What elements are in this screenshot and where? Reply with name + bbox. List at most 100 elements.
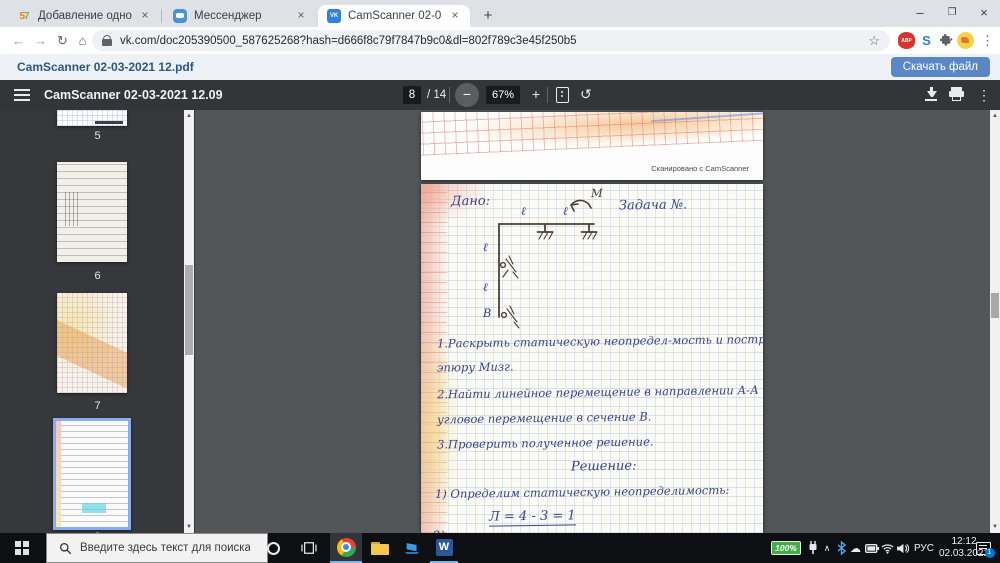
https-lock-icon xyxy=(102,35,112,46)
document-scrollbar-thumb[interactable] xyxy=(991,293,999,318)
url-text[interactable]: vk.com/doc205390500_587625268?hash=d666f… xyxy=(120,35,862,47)
window-maximize-button[interactable]: ❐ xyxy=(936,0,968,26)
download-file-button[interactable]: Скачать файл xyxy=(891,57,990,77)
print-icon[interactable] xyxy=(949,87,964,101)
toolbar-divider xyxy=(449,87,450,103)
tab-title: CamScanner 02-03-2021 12.pdf xyxy=(348,10,442,22)
reload-button-icon[interactable]: ↻ xyxy=(52,30,73,51)
vk-file-header: CamScanner 02-03-2021 12.pdf Скачать фай… xyxy=(0,54,1000,80)
thumbnail-page-5[interactable] xyxy=(57,110,127,126)
point-b-label: B xyxy=(483,306,492,320)
tab-messenger[interactable]: Мессенджер × xyxy=(164,5,316,27)
page-count-label: / 14 xyxy=(427,89,446,101)
usb-device-icon[interactable] xyxy=(806,533,820,563)
tab-close-icon[interactable]: × xyxy=(294,9,308,23)
adblock-extension-icon[interactable]: ABP xyxy=(898,32,915,49)
tab-studfile[interactable]: 57 Добавление одного файла » Ст × xyxy=(8,5,160,27)
action-center-button[interactable]: 1 xyxy=(968,533,998,563)
tab-title: Мессенджер xyxy=(194,10,288,22)
onedrive-cloud-icon[interactable]: ☁ xyxy=(848,533,863,563)
browser-navbar: ← → ↻ ⌂ vk.com/doc205390500_587625268?ha… xyxy=(0,27,1000,54)
language-indicator[interactable]: РУС xyxy=(910,533,938,563)
moment-label: M xyxy=(591,186,603,200)
zoom-out-button[interactable]: − xyxy=(455,83,479,107)
tray-expand-chevron-icon[interactable]: ∧ xyxy=(820,533,834,563)
bluetooth-icon[interactable] xyxy=(834,533,848,563)
thumbnail-page-6[interactable] xyxy=(57,162,127,262)
handwriting-task-title: Задача №. xyxy=(619,198,687,214)
taskbar-chrome-button-active[interactable] xyxy=(330,533,362,563)
length-label: ℓ xyxy=(483,280,488,294)
download-pdf-icon[interactable] xyxy=(924,87,938,101)
battery-icon[interactable] xyxy=(864,533,880,563)
thumbnail-page-7[interactable] xyxy=(57,293,127,393)
handwriting-dano: Дано: xyxy=(451,194,490,210)
zoom-level-value: 67% xyxy=(486,86,520,104)
savefrom-extension-icon[interactable]: S xyxy=(918,32,935,49)
home-button-icon[interactable]: ⌂ xyxy=(72,30,93,51)
browser-menu-icon[interactable]: ⋮ xyxy=(979,32,996,49)
zoom-in-button[interactable]: + xyxy=(527,86,545,104)
bookmark-star-icon[interactable]: ☆ xyxy=(868,33,880,49)
taskbar-laptop-app-button[interactable] xyxy=(398,533,426,563)
back-button-icon[interactable]: ← xyxy=(8,30,29,51)
handwriting-line: 1.Раскрыть статическую неопредел-мость и… xyxy=(437,331,763,350)
camscanner-watermark: Сканировано с CamScanner xyxy=(651,164,749,173)
vk-favicon-icon: VK xyxy=(326,8,342,24)
thumbnail-label: 7 xyxy=(0,400,195,412)
address-bar[interactable]: vk.com/doc205390500_587625268?hash=d666f… xyxy=(92,30,890,51)
handwriting-solution-heading: Решение: xyxy=(571,459,637,475)
start-button[interactable] xyxy=(0,533,46,563)
wifi-icon[interactable] xyxy=(880,533,895,563)
fit-page-icon[interactable] xyxy=(556,87,569,103)
battery-percent-indicator[interactable]: 100% xyxy=(768,533,804,563)
sidebar-scrollbar-thumb[interactable] xyxy=(185,265,193,355)
rotate-page-icon[interactable]: ↺ xyxy=(580,86,592,103)
thumbnail-label: 6 xyxy=(0,270,195,282)
thumbnail-page-8-selected[interactable] xyxy=(53,418,131,530)
task-view-button[interactable] xyxy=(294,533,324,563)
search-input[interactable] xyxy=(80,542,250,554)
thumbnail-sidebar: 5 6 7 8 ▲ ▼ xyxy=(0,110,195,533)
length-label: ℓ xyxy=(563,204,568,218)
scroll-up-icon[interactable]: ▲ xyxy=(990,111,1000,121)
sidebar-toggle-icon[interactable] xyxy=(14,89,30,101)
tab-camscanner-pdf-active[interactable]: VK CamScanner 02-03-2021 12.pdf × xyxy=(318,5,470,27)
yellow-extension-icon[interactable] xyxy=(957,32,974,49)
tab-close-icon[interactable]: × xyxy=(448,9,462,23)
notification-badge: 1 xyxy=(985,548,995,558)
forward-button-icon[interactable]: → xyxy=(30,30,51,51)
window-close-button[interactable]: × xyxy=(968,0,1000,26)
scroll-down-icon[interactable]: ▼ xyxy=(184,522,194,532)
taskbar-search-box[interactable] xyxy=(46,533,268,563)
sidebar-scrollbar[interactable]: ▲ ▼ xyxy=(184,110,194,533)
tab-title: Добавление одного файла » Ст xyxy=(38,10,132,22)
page-number-input[interactable] xyxy=(403,86,421,104)
taskbar-file-explorer-button[interactable] xyxy=(366,533,394,563)
graph-paper-grid xyxy=(421,112,763,156)
scroll-up-icon[interactable]: ▲ xyxy=(184,111,194,121)
tab-close-icon[interactable]: × xyxy=(138,9,152,23)
handwriting-line: угловое перемещение в сечение В. xyxy=(437,410,652,427)
new-tab-button[interactable]: + xyxy=(478,6,498,26)
pdf-page-8: Дано: ℓ ℓ M Задача №. ℓ ℓ B 1.Раскрыть с… xyxy=(421,184,763,533)
pdf-more-menu-icon[interactable]: ⋮ xyxy=(977,87,991,104)
window-minimize-button[interactable]: – xyxy=(904,0,936,26)
extensions-puzzle-icon[interactable] xyxy=(938,32,955,49)
pdf-page-7-bottom: Сканировано с CamScanner xyxy=(421,112,763,180)
speaker-icon[interactable] xyxy=(895,533,910,563)
handwriting-line: 1) Определим статическую неопределимость… xyxy=(435,483,730,501)
cortana-icon xyxy=(267,542,280,555)
taskbar-word-button[interactable]: W xyxy=(430,533,458,563)
file-name-link[interactable]: CamScanner 02-03-2021 12.pdf xyxy=(17,60,194,74)
task-view-icon xyxy=(301,541,317,555)
document-scrollbar[interactable]: ▲ ▼ xyxy=(990,110,1000,533)
windows-logo-icon xyxy=(15,541,29,555)
cortana-button[interactable] xyxy=(258,533,288,563)
handwriting-equation: Л = 4 - 3 = 1 xyxy=(489,508,576,526)
thumbnail-label: 5 xyxy=(0,130,195,142)
scroll-down-icon[interactable]: ▼ xyxy=(990,522,1000,532)
length-label: ℓ xyxy=(521,204,526,218)
pdf-document-title: CamScanner 02-03-2021 12.09 xyxy=(44,88,223,102)
pdf-toolbar: CamScanner 02-03-2021 12.09 / 14 − 67% +… xyxy=(0,80,1000,110)
